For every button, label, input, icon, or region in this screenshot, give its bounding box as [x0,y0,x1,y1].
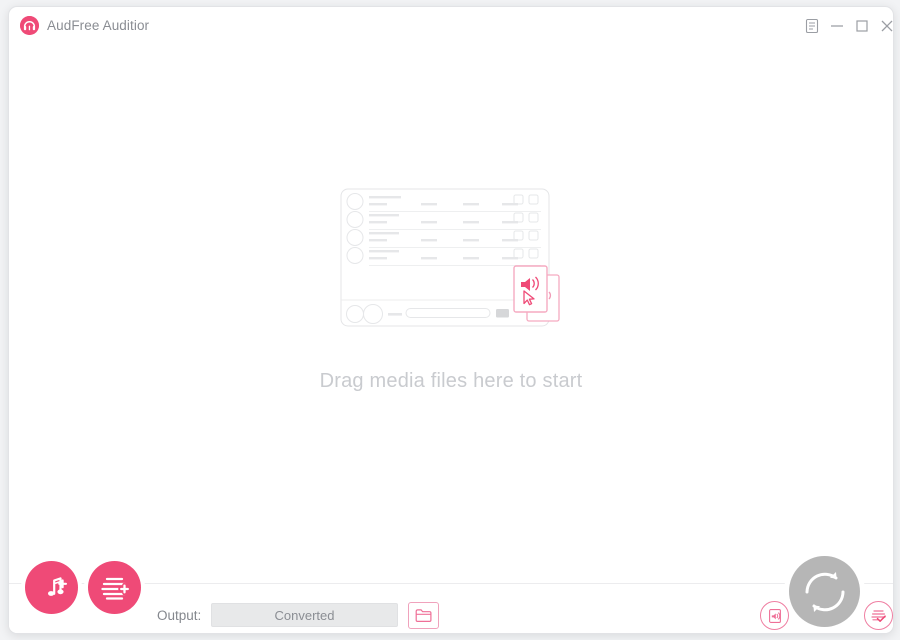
list-check-icon [871,610,886,622]
title-bar: AudFree Auditior [9,7,893,43]
output-label: Output: [157,608,202,623]
output-path-field[interactable]: Converted [211,603,398,627]
refresh-convert-icon [796,563,853,620]
media-drop-zone[interactable]: Drag media files here to start [9,43,893,553]
media-player-drop-illustration [336,187,568,341]
add-playlist-icon [101,577,131,600]
drop-hint-text: Drag media files here to start [319,370,583,392]
headphones-icon [20,16,39,35]
minimize-icon[interactable] [828,17,846,35]
add-folder-button[interactable] [88,561,141,614]
toolbar-divider [9,583,893,584]
history-button[interactable] [864,601,893,630]
browse-folder-button[interactable] [408,602,439,629]
audio-document-icon [768,608,781,623]
converted-list-button[interactable] [760,601,789,630]
add-music-file-icon [48,577,67,596]
menu-icon[interactable] [803,17,821,35]
close-icon[interactable] [878,17,893,35]
add-files-button[interactable] [25,561,78,614]
maximize-icon[interactable] [853,17,871,35]
application-window: AudFree Auditior Drag media files here t… [8,6,894,634]
convert-button[interactable] [789,556,860,627]
app-title: AudFree Auditior [47,18,150,33]
folder-icon [415,609,432,622]
